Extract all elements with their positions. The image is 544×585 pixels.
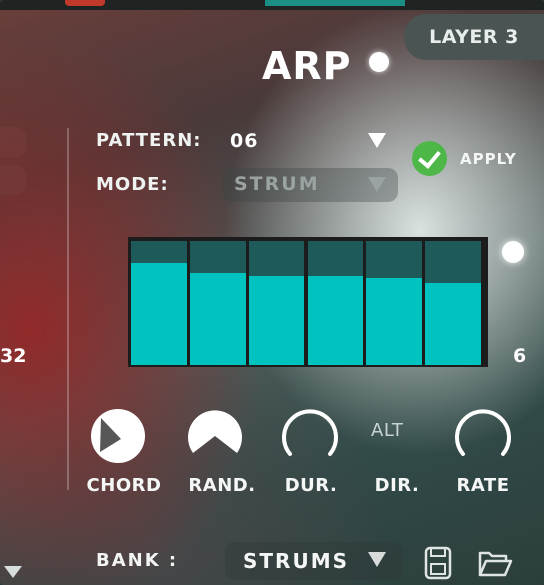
left-edge-tab-1[interactable] [0, 127, 26, 157]
apply-check-icon[interactable] [412, 141, 447, 176]
arp-step-fill [189, 273, 246, 365]
arp-title: ARP [262, 44, 352, 88]
apply-label[interactable]: APPLY [460, 150, 517, 168]
bank-label: BANK : [96, 550, 179, 571]
mode-label: MODE: [96, 174, 169, 195]
step-grid-toggle[interactable] [502, 241, 524, 263]
left-edge-tab-2[interactable] [0, 165, 26, 195]
arp-panel: 32 LAYER 3 ARP PATTERN: 06 MODE: STRUM A… [0, 0, 544, 585]
arp-step-5[interactable] [366, 241, 423, 365]
folder-open-icon[interactable] [476, 544, 514, 582]
arp-step-2[interactable] [189, 241, 246, 365]
chord-knob-icon[interactable] [88, 406, 148, 466]
bank-dropdown-arrow-icon[interactable] [368, 552, 386, 567]
arp-step-6[interactable] [425, 241, 481, 365]
left-edge-value: 32 [0, 345, 27, 367]
arp-step-1[interactable] [131, 241, 187, 365]
save-icon[interactable] [420, 544, 458, 582]
arp-step-fill [131, 263, 187, 365]
top-strip-teal-accent [265, 0, 405, 6]
arp-step-fill [366, 278, 423, 365]
mode-dropdown-value[interactable]: STRUM [234, 173, 320, 195]
vertical-divider [67, 128, 69, 490]
dur-knob-icon[interactable] [280, 406, 340, 466]
step-count-value: 6 [513, 345, 527, 367]
dir-value[interactable]: ALT [371, 420, 403, 441]
pattern-dropdown-arrow-icon[interactable] [368, 133, 386, 148]
dur-label: DUR. [284, 475, 338, 496]
arp-step-4[interactable] [307, 241, 364, 365]
pattern-label: PATTERN: [96, 130, 202, 151]
rand-label: RAND. [188, 475, 256, 496]
left-edge-arrow-icon[interactable] [4, 566, 22, 578]
arp-step-fill [248, 275, 305, 365]
top-strip-red-accent [65, 0, 105, 6]
arp-step-fill [425, 283, 481, 365]
top-strip [0, 0, 544, 10]
arp-step-3[interactable] [248, 241, 305, 365]
arp-power-toggle[interactable] [369, 52, 389, 72]
rate-knob-icon[interactable] [453, 406, 513, 466]
mode-dropdown-arrow-icon[interactable] [368, 177, 386, 192]
arp-step-grid[interactable] [128, 237, 488, 367]
arp-step-fill [307, 275, 364, 365]
chord-label: CHORD [86, 475, 162, 496]
layer-tab[interactable]: LAYER 3 [404, 14, 544, 60]
bank-dropdown-value[interactable]: STRUMS [243, 549, 349, 573]
rand-knob-icon[interactable] [185, 406, 245, 466]
dir-label: DIR. [374, 475, 420, 496]
pattern-dropdown-value[interactable]: 06 [230, 130, 258, 152]
rate-label: RATE [456, 475, 510, 496]
